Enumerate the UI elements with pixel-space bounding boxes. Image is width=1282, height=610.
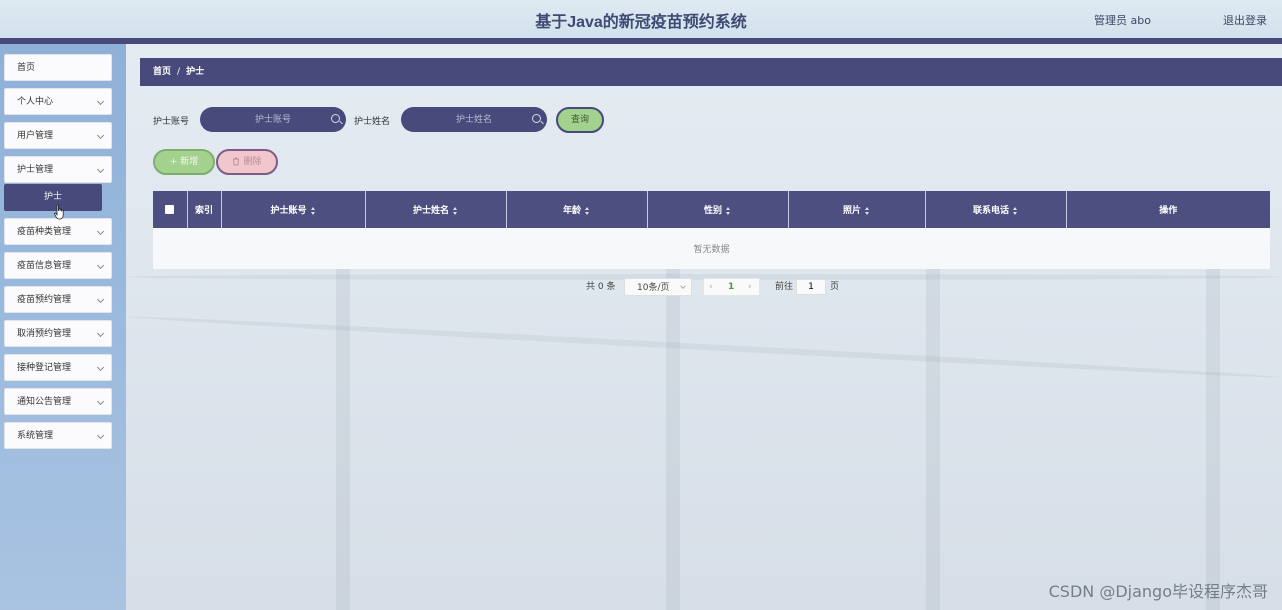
- nurse-name-input[interactable]: [401, 107, 547, 132]
- sidebar-item-label: 接种登记管理: [17, 363, 72, 373]
- nurse-account-label: 护士账号: [153, 117, 190, 127]
- column-header-label: 年龄: [562, 206, 581, 216]
- column-header-account[interactable]: 护士账号: [221, 191, 366, 228]
- select-all-checkbox[interactable]: [165, 204, 175, 214]
- column-header-label: 性别: [703, 206, 722, 216]
- column-header-photo[interactable]: 照片: [788, 191, 926, 228]
- sidebar-item-personal-center[interactable]: 个人中心: [4, 88, 112, 115]
- sidebar-item-label: 个人中心: [17, 97, 54, 107]
- sidebar-item-label: 疫苗信息管理: [17, 261, 72, 271]
- sidebar-item-system-management[interactable]: 系统管理: [4, 422, 112, 449]
- chevron-down-icon: [680, 283, 686, 289]
- table-header-row: 索引 护士账号 护士姓名 年龄 性别 照片 联系电话 操作: [153, 191, 1270, 228]
- pagination-total: 共 0 条: [586, 282, 616, 292]
- column-header-label: 护士账号: [270, 206, 307, 216]
- breadcrumb-home[interactable]: 首页: [153, 67, 171, 77]
- sidebar-item-label: 护士管理: [17, 165, 54, 175]
- sidebar-item-vaccine-info-management[interactable]: 疫苗信息管理: [4, 252, 112, 279]
- chevron-down-icon: [96, 261, 105, 270]
- sidebar-item-label: 系统管理: [17, 431, 54, 441]
- chevron-down-icon: [96, 363, 105, 372]
- sidebar-item-label: 疫苗预约管理: [17, 295, 72, 305]
- sidebar-item-vaccine-booking-management[interactable]: 疫苗预约管理: [4, 286, 112, 313]
- nurse-name-label: 护士姓名: [354, 117, 391, 127]
- top-header: 基于Java的新冠疫苗预约系统 管理员 abo 退出登录: [0, 0, 1282, 38]
- column-header-actions: 操作: [1159, 206, 1178, 216]
- current-user: 管理员 abo: [1094, 14, 1151, 27]
- goto-page-input[interactable]: [796, 279, 826, 295]
- column-header-age[interactable]: 年龄: [506, 191, 648, 228]
- watermark: CSDN @Django毕设程序杰哥: [1048, 582, 1268, 601]
- hand-cursor-icon: [54, 204, 64, 220]
- column-header-index: 索引: [187, 191, 222, 228]
- column-header-gender[interactable]: 性别: [647, 191, 789, 228]
- sidebar-item-cancel-booking-management[interactable]: 取消预约管理: [4, 320, 112, 347]
- delete-button-label: 删除: [243, 157, 262, 167]
- column-header-label: 照片: [842, 206, 861, 216]
- page-size-select[interactable]: 10条/页: [624, 278, 692, 296]
- page-size-value: 10条/页: [637, 283, 670, 293]
- chevron-down-icon: [96, 131, 105, 140]
- empty-text: 暂无数据: [153, 228, 1270, 269]
- chevron-left-icon[interactable]: ‹: [709, 278, 713, 296]
- column-header-label: 护士姓名: [412, 206, 449, 216]
- sidebar-item-vaccination-registration-management[interactable]: 接种登记管理: [4, 354, 112, 381]
- sort-icon[interactable]: [453, 206, 458, 215]
- sidebar-item-label: 取消预约管理: [17, 329, 72, 339]
- sidebar-item-home[interactable]: 首页: [4, 54, 112, 81]
- sidebar-subitem-nurse[interactable]: 护士: [4, 184, 102, 211]
- app-title: 基于Java的新冠疫苗预约系统: [535, 14, 747, 31]
- table-empty-row: 暂无数据: [153, 228, 1270, 269]
- logout-link[interactable]: 退出登录: [1223, 12, 1267, 28]
- breadcrumb-current: 护士: [186, 67, 205, 77]
- header-divider: [0, 38, 1282, 44]
- sidebar-item-label: 用户管理: [17, 131, 54, 141]
- chevron-down-icon: [96, 329, 105, 338]
- sort-icon[interactable]: [310, 206, 316, 215]
- sidebar-item-user-management[interactable]: 用户管理: [4, 122, 112, 149]
- select-all-cell[interactable]: [153, 191, 188, 228]
- chevron-down-icon: [96, 227, 105, 236]
- add-button[interactable]: + 新增: [153, 149, 215, 175]
- nurse-account-input[interactable]: [200, 107, 346, 132]
- sidebar-item-label: 通知公告管理: [17, 397, 72, 407]
- trash-icon: [233, 157, 240, 166]
- page-number[interactable]: 1: [728, 278, 734, 296]
- sort-icon[interactable]: [585, 206, 590, 215]
- sidebar-item-nurse-management[interactable]: 护士管理: [4, 156, 112, 183]
- breadcrumb-separator: /: [177, 67, 181, 77]
- nurse-table: 索引 护士账号 护士姓名 年龄 性别 照片 联系电话 操作 暂无数据: [153, 191, 1270, 269]
- chevron-down-icon: [96, 97, 105, 106]
- page-suffix: 页: [830, 282, 840, 292]
- sidebar-item-vaccine-type-management[interactable]: 疫苗种类管理: [4, 218, 112, 245]
- delete-button[interactable]: 删除: [216, 149, 278, 175]
- sort-icon[interactable]: [1013, 206, 1018, 215]
- chevron-down-icon: [96, 165, 105, 174]
- search-icon: [331, 114, 340, 123]
- sort-icon[interactable]: [865, 206, 870, 215]
- main-content: 首页 / 护士 护士账号 护士姓名 查询 + 新增 删除 索引 护士账号 护士姓名 …: [126, 44, 1282, 610]
- sort-icon[interactable]: [726, 206, 731, 215]
- sidebar: 首页 个人中心 用户管理 护士管理 护士 疫苗种类管理 疫苗信息管理 疫苗预约管…: [0, 44, 126, 610]
- search-icon: [532, 114, 541, 123]
- sidebar-item-label: 首页: [17, 63, 36, 73]
- goto-label: 前往: [775, 282, 794, 292]
- sidebar-item-label: 疫苗种类管理: [17, 227, 72, 237]
- column-header-name[interactable]: 护士姓名: [365, 191, 507, 228]
- chevron-right-icon[interactable]: ›: [748, 278, 752, 296]
- sidebar-item-notice-management[interactable]: 通知公告管理: [4, 388, 112, 415]
- chevron-down-icon: [96, 397, 105, 406]
- chevron-down-icon: [96, 431, 105, 440]
- query-button[interactable]: 查询: [556, 107, 604, 133]
- column-header-phone[interactable]: 联系电话: [925, 191, 1067, 228]
- breadcrumb: 首页 / 护士: [140, 58, 1282, 86]
- chevron-down-icon: [96, 295, 105, 304]
- column-header-label: 联系电话: [972, 206, 1009, 216]
